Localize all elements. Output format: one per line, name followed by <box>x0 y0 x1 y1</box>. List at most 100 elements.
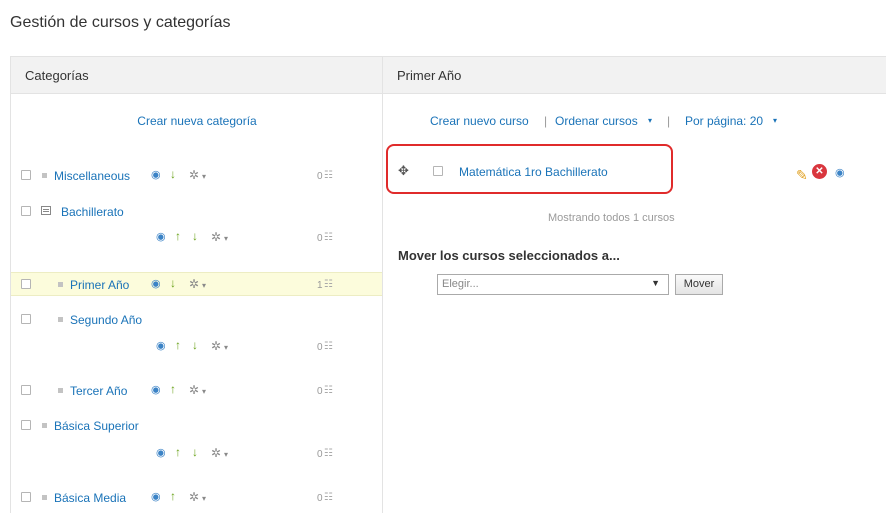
course-count: 0 <box>317 449 323 460</box>
arrow-down-icon[interactable]: ↓ <box>170 168 176 180</box>
course-count: 0 <box>317 171 323 182</box>
category-link[interactable]: Básica Media <box>54 491 126 505</box>
arrow-up-icon[interactable]: ↑ <box>175 230 181 242</box>
course-row-highlighted: ✥ Matemática 1ro Bachillerato <box>386 144 673 194</box>
category-checkbox[interactable] <box>21 492 31 502</box>
arrow-down-icon[interactable]: ↓ <box>192 339 198 351</box>
gear-icon[interactable]: ✲ <box>189 491 199 503</box>
gear-icon[interactable]: ✲ <box>211 231 221 243</box>
gear-icon[interactable]: ✲ <box>189 278 199 290</box>
category-checkbox[interactable] <box>21 170 31 180</box>
courses-header: Primer Año <box>383 56 886 94</box>
gear-icon[interactable]: ✲ <box>211 447 221 459</box>
chevron-down-icon[interactable]: ▾ <box>202 386 206 398</box>
eye-icon[interactable]: ◉ <box>151 491 161 503</box>
arrow-up-icon[interactable]: ↑ <box>170 490 176 502</box>
select-value: Elegir... <box>442 278 479 290</box>
eye-icon[interactable]: ◉ <box>151 169 161 181</box>
arrow-up-icon[interactable]: ↑ <box>175 446 181 458</box>
chevron-down-icon[interactable]: ▾ <box>202 280 206 292</box>
category-actions-row: ◉ ↑ ↓ ✲ ▾ 0 ☷ <box>11 224 383 248</box>
category-row: Básica Superior <box>11 413 383 437</box>
chevron-down-icon[interactable]: ▾ <box>224 449 228 461</box>
separator: | <box>667 114 671 128</box>
courses-icon: ☷ <box>324 385 333 396</box>
category-row: Tercer Año ◉ ↑ ✲ ▾ 0 ☷ <box>11 378 383 402</box>
arrow-down-icon[interactable]: ↓ <box>192 230 198 242</box>
gear-icon[interactable]: ✲ <box>189 169 199 181</box>
folder-icon[interactable] <box>41 206 51 215</box>
bullet-icon <box>58 388 63 393</box>
eye-icon[interactable]: ◉ <box>156 231 166 243</box>
course-count: 1 <box>317 280 323 291</box>
chevron-down-icon[interactable]: ▾ <box>773 116 777 125</box>
separator: | <box>544 114 548 128</box>
eye-icon[interactable]: ◉ <box>151 278 161 290</box>
bullet-icon <box>58 282 63 287</box>
chevron-down-icon[interactable]: ▾ <box>202 171 206 183</box>
category-link[interactable]: Bachillerato <box>61 205 124 219</box>
category-checkbox[interactable] <box>21 206 31 216</box>
create-category-link[interactable]: Crear nueva categoría <box>137 114 256 128</box>
chevron-down-icon[interactable]: ▾ <box>224 342 228 354</box>
move-button[interactable]: Mover <box>675 274 723 295</box>
bullet-icon <box>42 495 47 500</box>
category-row: Bachillerato <box>11 199 383 223</box>
category-checkbox[interactable] <box>21 420 31 430</box>
category-link[interactable]: Miscellaneous <box>54 169 130 183</box>
category-link[interactable]: Primer Año <box>70 278 129 292</box>
per-page-link[interactable]: Por página: 20 <box>685 114 763 128</box>
chevron-down-icon[interactable]: ▾ <box>202 493 206 505</box>
course-count: 0 <box>317 233 323 244</box>
eye-icon[interactable]: ◉ <box>835 166 845 179</box>
bullet-icon <box>58 317 63 322</box>
delete-icon[interactable]: ✕ <box>812 164 827 179</box>
eye-icon[interactable]: ◉ <box>156 340 166 352</box>
category-actions-row: ◉ ↑ ↓ ✲ ▾ 0 ☷ <box>11 333 383 357</box>
chevron-down-icon[interactable]: ▾ <box>224 233 228 245</box>
arrow-down-icon[interactable]: ↓ <box>192 446 198 458</box>
edit-icon[interactable]: ✎ <box>796 167 808 184</box>
course-checkbox[interactable] <box>433 166 443 176</box>
page-title: Gestión de cursos y categorías <box>10 14 231 31</box>
course-link[interactable]: Matemática 1ro Bachillerato <box>459 165 608 179</box>
arrow-up-icon[interactable]: ↑ <box>170 383 176 395</box>
courses-icon: ☷ <box>324 448 333 459</box>
course-count: 0 <box>317 493 323 504</box>
categories-panel: Categorías Crear nueva categoría Miscell… <box>10 56 383 513</box>
create-course-link[interactable]: Crear nuevo curso <box>430 114 529 128</box>
arrow-up-icon[interactable]: ↑ <box>175 339 181 351</box>
category-checkbox[interactable] <box>21 314 31 324</box>
courses-icon: ☷ <box>324 492 333 503</box>
category-actions-row: ◉ ↑ ↓ ✲ ▾ 0 ☷ <box>11 440 383 464</box>
arrow-down-icon[interactable]: ↓ <box>170 277 176 289</box>
gear-icon[interactable]: ✲ <box>189 384 199 396</box>
category-row-selected: Primer Año ◉ ↓ ✲ ▾ 1 ☷ <box>11 272 383 296</box>
chevron-down-icon: ▼ <box>651 278 660 288</box>
chevron-down-icon[interactable]: ▾ <box>648 116 652 125</box>
category-checkbox[interactable] <box>21 279 31 289</box>
course-count: 0 <box>317 386 323 397</box>
category-select[interactable]: Elegir... ▼ <box>437 274 669 295</box>
showing-text: Mostrando todos 1 cursos <box>548 212 675 224</box>
courses-icon: ☷ <box>324 341 333 352</box>
category-link[interactable]: Básica Superior <box>54 419 139 433</box>
category-link[interactable]: Segundo Año <box>70 313 142 327</box>
eye-icon[interactable]: ◉ <box>151 384 161 396</box>
courses-icon: ☷ <box>324 170 333 181</box>
gear-icon[interactable]: ✲ <box>211 340 221 352</box>
move-courses-label: Mover los cursos seleccionados a... <box>398 248 620 263</box>
eye-icon[interactable]: ◉ <box>156 447 166 459</box>
category-checkbox[interactable] <box>21 385 31 395</box>
categories-header: Categorías <box>11 56 382 94</box>
courses-icon: ☷ <box>324 279 333 290</box>
category-row: Miscellaneous ◉ ↓ ✲ ▾ 0 ☷ <box>11 163 383 187</box>
category-row: Segundo Año <box>11 307 383 331</box>
move-icon[interactable]: ✥ <box>398 163 409 179</box>
bullet-icon <box>42 173 47 178</box>
category-link[interactable]: Tercer Año <box>70 384 127 398</box>
courses-panel: Primer Año Crear nuevo curso | Ordenar c… <box>382 56 886 513</box>
category-row: Básica Media ◉ ↑ ✲ ▾ 0 ☷ <box>11 485 383 509</box>
bullet-icon <box>42 423 47 428</box>
sort-courses-link[interactable]: Ordenar cursos <box>555 114 638 128</box>
